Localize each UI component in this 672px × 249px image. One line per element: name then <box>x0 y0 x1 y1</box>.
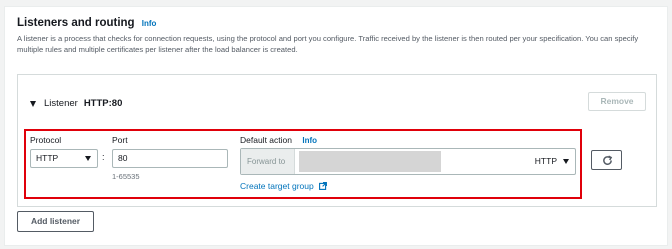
add-listener-button[interactable]: Add listener <box>17 211 94 232</box>
protocol-select-value: HTTP <box>36 153 59 163</box>
external-link-icon <box>319 182 328 190</box>
forward-to-label: Forward to <box>241 149 295 174</box>
default-action-label: Default action Info <box>240 135 317 145</box>
section-title-text: Listeners and routing <box>17 17 135 29</box>
default-action-select[interactable]: Forward to HTTP <box>240 148 576 175</box>
port-input[interactable]: 80 <box>112 149 228 168</box>
target-protocol: HTTP <box>534 156 557 166</box>
create-target-group-link[interactable]: Create target group <box>240 181 328 191</box>
chevron-down-icon <box>85 156 91 161</box>
default-action-label-text: Default action <box>240 135 292 145</box>
listener-header[interactable]: Listener HTTP:80 <box>30 98 122 109</box>
listener-card: Listener HTTP:80 Remove Protocol HTTP : … <box>17 74 657 207</box>
chevron-down-icon <box>563 159 569 164</box>
listeners-routing-panel: Listeners and routing Info A listener is… <box>4 6 668 246</box>
highlight-box: Protocol HTTP : Port 80 1-65535 Default … <box>24 129 582 199</box>
listener-value: HTTP:80 <box>83 98 123 109</box>
caret-down-icon[interactable] <box>30 100 36 107</box>
target-group-redacted <box>299 151 441 172</box>
port-label: Port <box>112 135 128 145</box>
default-action-info-link[interactable]: Info <box>302 136 317 145</box>
port-hint: 1-65535 <box>112 172 140 181</box>
listener-label: Listener <box>44 98 78 109</box>
port-separator: : <box>102 152 105 162</box>
protocol-select[interactable]: HTTP <box>30 149 98 168</box>
protocol-label: Protocol <box>30 135 62 145</box>
create-target-group-text: Create target group <box>240 181 314 191</box>
section-description: A listener is a process that checks for … <box>17 34 639 54</box>
refresh-button[interactable] <box>591 150 622 170</box>
section-info-link[interactable]: Info <box>142 19 157 28</box>
remove-listener-button[interactable]: Remove <box>588 92 646 111</box>
section-title: Listeners and routing Info <box>17 17 156 29</box>
refresh-icon <box>603 155 613 165</box>
